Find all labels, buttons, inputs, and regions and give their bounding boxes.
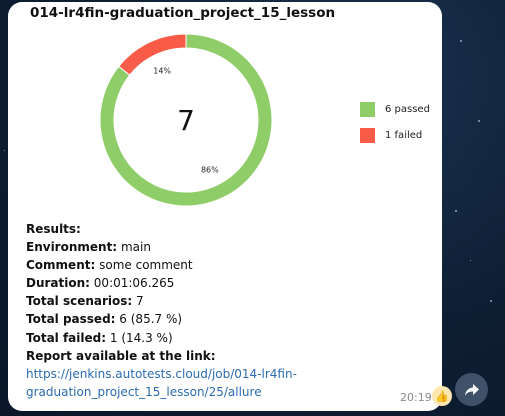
duration-value: 00:01:06.265 [93, 276, 175, 291]
donut-center-total: 7 [177, 104, 195, 137]
reaction-emoji: 👍 [435, 389, 449, 403]
message-time: 20:19 [400, 391, 432, 404]
message-bubble: 014-lr4fin-graduation_project_15_lesson … [8, 2, 442, 411]
background-star [478, 120, 480, 122]
background-star [460, 40, 462, 42]
report-link-line-1[interactable]: https://jenkins.autotests.cloud/job/014-… [26, 367, 297, 381]
background-star [455, 210, 457, 212]
total-passed-label: Total passed: [26, 312, 116, 327]
background-star [490, 300, 492, 302]
chart-legend: 6 passed 1 failed [360, 100, 430, 152]
total-scenarios-row: Total scenarios: 7 [26, 292, 426, 310]
report-link[interactable]: https://jenkins.autotests.cloud/job/014-… [26, 365, 426, 401]
forward-arrow-icon [464, 383, 479, 396]
legend-label: 1 failed [385, 129, 423, 141]
report-link-line-2[interactable]: graduation_project_15_lesson/25/allure [26, 385, 262, 399]
results-text: Results: Environment: main Comment: some… [26, 220, 426, 401]
legend-item-failed: 1 failed [360, 126, 430, 144]
report-label-row: Report available at the link: [26, 347, 426, 365]
total-failed-value: 1 (14.3 %) [109, 330, 173, 345]
total-scenarios-label: Total scenarios: [26, 294, 133, 309]
environment-row: Environment: main [26, 238, 426, 256]
comment-value: some comment [99, 258, 193, 273]
forward-button[interactable] [455, 373, 488, 406]
legend-swatch [360, 127, 375, 143]
legend-item-passed: 6 passed [360, 100, 430, 118]
results-heading: Results: [26, 222, 81, 236]
legend-label: 6 passed [385, 103, 430, 115]
comment-row: Comment: some comment [26, 256, 426, 274]
report-label: Report available at the link: [26, 348, 216, 363]
total-failed-label: Total failed: [26, 330, 107, 345]
background-star [470, 260, 471, 261]
total-passed-value: 6 (85.7 %) [119, 312, 183, 327]
background-star [4, 150, 5, 151]
environment-value: main [120, 240, 151, 255]
chart-image[interactable]: 014-lr4fin-graduation_project_15_lesson … [8, 2, 442, 220]
total-failed-row: Total failed: 1 (14.3 %) [26, 329, 426, 347]
total-passed-row: Total passed: 6 (85.7 %) [26, 310, 426, 328]
slice-percent-label: 14% [153, 66, 171, 75]
thumbs-up-icon[interactable]: 👍 [432, 386, 452, 406]
legend-swatch [360, 101, 375, 117]
duration-label: Duration: [26, 276, 90, 291]
comment-label: Comment: [26, 258, 96, 273]
total-scenarios-value: 7 [136, 294, 144, 309]
slice-percent-label: 86% [201, 166, 219, 175]
environment-label: Environment: [26, 240, 118, 255]
duration-row: Duration: 00:01:06.265 [26, 274, 426, 292]
